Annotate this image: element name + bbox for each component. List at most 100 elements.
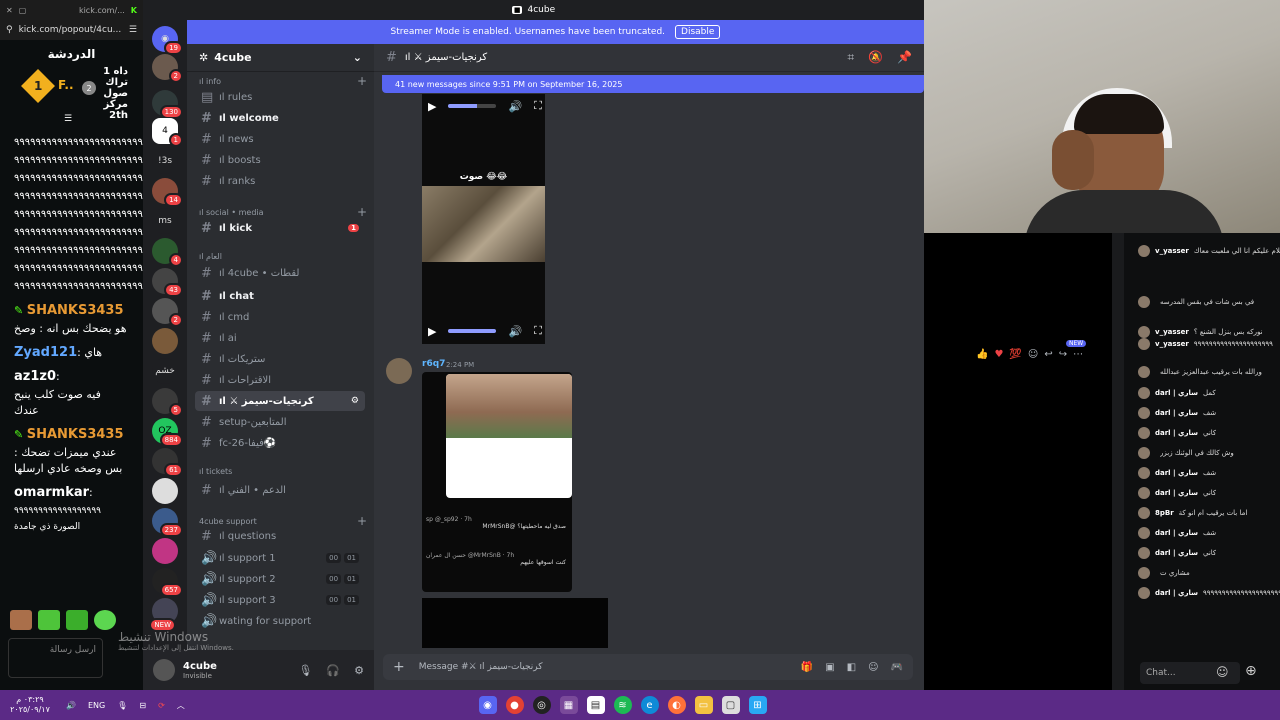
disable-button[interactable]: Disable	[675, 25, 721, 39]
server-icon[interactable]: 14	[152, 178, 183, 207]
close-icon[interactable]: ✕	[6, 6, 13, 15]
chevron-up-icon[interactable]: ︿	[177, 700, 185, 711]
server-icon[interactable]: NEW	[149, 598, 178, 632]
apps-icon[interactable]: 🎮	[891, 662, 903, 673]
chat-username[interactable]: 8pBr	[1155, 509, 1174, 517]
microphone-icon[interactable]: 🎙	[298, 664, 312, 677]
server-icon[interactable]: 130	[152, 90, 183, 119]
avatar[interactable]	[1138, 326, 1150, 338]
minimize-icon[interactable]: ▢	[19, 6, 27, 15]
emote-icon[interactable]	[38, 610, 60, 630]
image-attachment[interactable]	[422, 598, 608, 648]
chat-username[interactable]: Zyad121	[14, 345, 77, 360]
message-composer[interactable]: + Message #⚔ ıl كرنجيات-سيمز 🎁 ▣ ◧ ☺ 🎮	[383, 654, 913, 680]
edge-icon[interactable]: e	[640, 696, 659, 714]
server-icon[interactable]: 2	[152, 298, 183, 327]
play-icon[interactable]: ▶	[428, 100, 436, 113]
message-input[interactable]: Message #⚔ ıl كرنجيات-سيمز	[419, 662, 543, 672]
collapse-icon[interactable]: ☰	[64, 114, 72, 124]
settings-icon[interactable]: ☰	[129, 25, 137, 35]
scrollbar[interactable]	[1112, 233, 1124, 690]
avatar[interactable]	[1138, 245, 1150, 257]
server-icon[interactable]: 43	[152, 268, 183, 297]
chevron-down-icon[interactable]: ⌄	[353, 51, 362, 64]
emote-icon[interactable]	[10, 610, 32, 630]
add-channel-icon[interactable]: +	[357, 205, 367, 219]
network-icon[interactable]: ⊟	[139, 701, 146, 710]
add-channel-icon[interactable]: +	[357, 74, 367, 88]
emoji-icon[interactable]: ☺	[868, 662, 878, 673]
chat-username[interactable]: darl | ساري	[1155, 529, 1198, 537]
category-social[interactable]: ıl social • media +	[199, 205, 367, 219]
progress-bar[interactable]	[448, 329, 497, 333]
server-icon[interactable]: ms	[152, 208, 178, 234]
message-author[interactable]: r6q7	[422, 359, 445, 369]
spotify-icon[interactable]: ≋	[613, 696, 632, 714]
address-bar[interactable]: ⚲ kick.com/popout/4cu... ☰	[0, 20, 143, 40]
clock[interactable]: ٠٣:٢٩ م ٢٠٢٥/٠٩/١٧	[0, 695, 60, 715]
channel-clips[interactable]: # ıl 4cube • لقطات	[195, 263, 365, 283]
more-icon[interactable]: ⋯	[1073, 349, 1083, 360]
server-icon[interactable]: !3s	[152, 148, 178, 174]
server-icon[interactable]	[152, 328, 178, 354]
fullscreen-icon[interactable]: ⛶	[534, 324, 542, 338]
channel-fc26[interactable]: # fc-26-فيفا⚽	[195, 433, 365, 453]
gift-icon[interactable]: 🎁	[801, 662, 813, 673]
avatar[interactable]	[1138, 447, 1150, 459]
record-icon[interactable]: ⟳	[158, 701, 165, 710]
avatar[interactable]	[1138, 527, 1150, 539]
avatar[interactable]	[1138, 296, 1150, 308]
add-reaction-icon[interactable]: ☺	[1028, 349, 1038, 360]
channel-questions[interactable]: # ıl questions	[195, 526, 365, 546]
voice-channel-support-1[interactable]: 🔊 ıl support 1 00 01	[195, 548, 365, 568]
gif-icon[interactable]: ▣	[825, 662, 834, 673]
start-icon[interactable]: ⊞	[748, 696, 767, 714]
chat-username[interactable]: darl | ساري	[1155, 409, 1198, 417]
emote-icon[interactable]	[94, 610, 116, 630]
channel-streaks[interactable]: # ıl ستريكات	[195, 349, 365, 369]
thumbs-up-icon[interactable]: 👍	[976, 349, 988, 360]
server-icon[interactable]: خشم	[152, 358, 178, 384]
channel-welcome[interactable]: # ıl welcome	[195, 108, 365, 128]
app-icon[interactable]: ▢	[721, 696, 740, 714]
play-icon[interactable]: ▶	[428, 325, 436, 338]
channel-suggestions[interactable]: # ıl الاقتراحات	[195, 370, 365, 390]
user-info[interactable]: 4cube Invisible	[183, 661, 217, 680]
site-info-icon[interactable]: ⚲	[6, 25, 13, 35]
fullscreen-icon[interactable]: ⛶	[534, 99, 542, 113]
url-text[interactable]: kick.com/popout/4cu...	[19, 25, 122, 35]
avatar[interactable]	[1138, 366, 1150, 378]
file-explorer-icon[interactable]: ▭	[694, 696, 713, 714]
channel-kick[interactable]: # ıl kick 1	[195, 218, 365, 238]
channel-setup[interactable]: # setup-المتابعين	[195, 412, 365, 432]
pin-icon[interactable]: 📌	[897, 50, 912, 65]
server-header[interactable]: ✲ 4cube ⌄	[187, 44, 374, 72]
avatar[interactable]	[153, 659, 175, 681]
chrome-icon[interactable]: ●	[505, 696, 524, 714]
chat-username[interactable]: omarmkar	[14, 485, 89, 500]
chat-username[interactable]: darl | ساري	[1155, 389, 1198, 397]
channel-rules[interactable]: ▤ ıl rules	[195, 87, 365, 107]
headphones-icon[interactable]: 🎧	[326, 664, 340, 677]
forward-icon[interactable]: ↪	[1059, 349, 1067, 360]
reply-icon[interactable]: ↩	[1044, 349, 1052, 360]
voice-channel-support-2[interactable]: 🔊 ıl support 2 00 01	[195, 569, 365, 589]
reaction-icon[interactable]: 💯	[1009, 349, 1021, 360]
channel-news[interactable]: # ıl news	[195, 129, 365, 149]
server-icon-4cube[interactable]: 41	[152, 118, 183, 147]
mute-icon[interactable]: 🔕	[868, 50, 883, 65]
voice-channel-waiting[interactable]: 🔊 wating for support	[195, 611, 365, 631]
avatar[interactable]	[1138, 487, 1150, 499]
add-attachment-icon[interactable]: +	[393, 659, 405, 675]
threads-icon[interactable]: ⌗	[847, 50, 854, 65]
chat-username[interactable]: darl | ساري	[1155, 549, 1198, 557]
calendar-icon[interactable]: ▤	[586, 696, 605, 714]
chat-username[interactable]: darl | ساري	[1155, 469, 1198, 477]
channel-boosts[interactable]: # ıl boosts	[195, 150, 365, 170]
avatar[interactable]	[1138, 338, 1150, 350]
discord-icon[interactable]: ◉	[478, 696, 497, 714]
voice-channel-support-3[interactable]: 🔊 ıl support 3 00 01	[195, 590, 365, 610]
chat-username[interactable]: SHANKS3435	[27, 303, 124, 318]
avatar[interactable]	[386, 358, 412, 384]
server-icon[interactable]: 5	[152, 388, 183, 417]
